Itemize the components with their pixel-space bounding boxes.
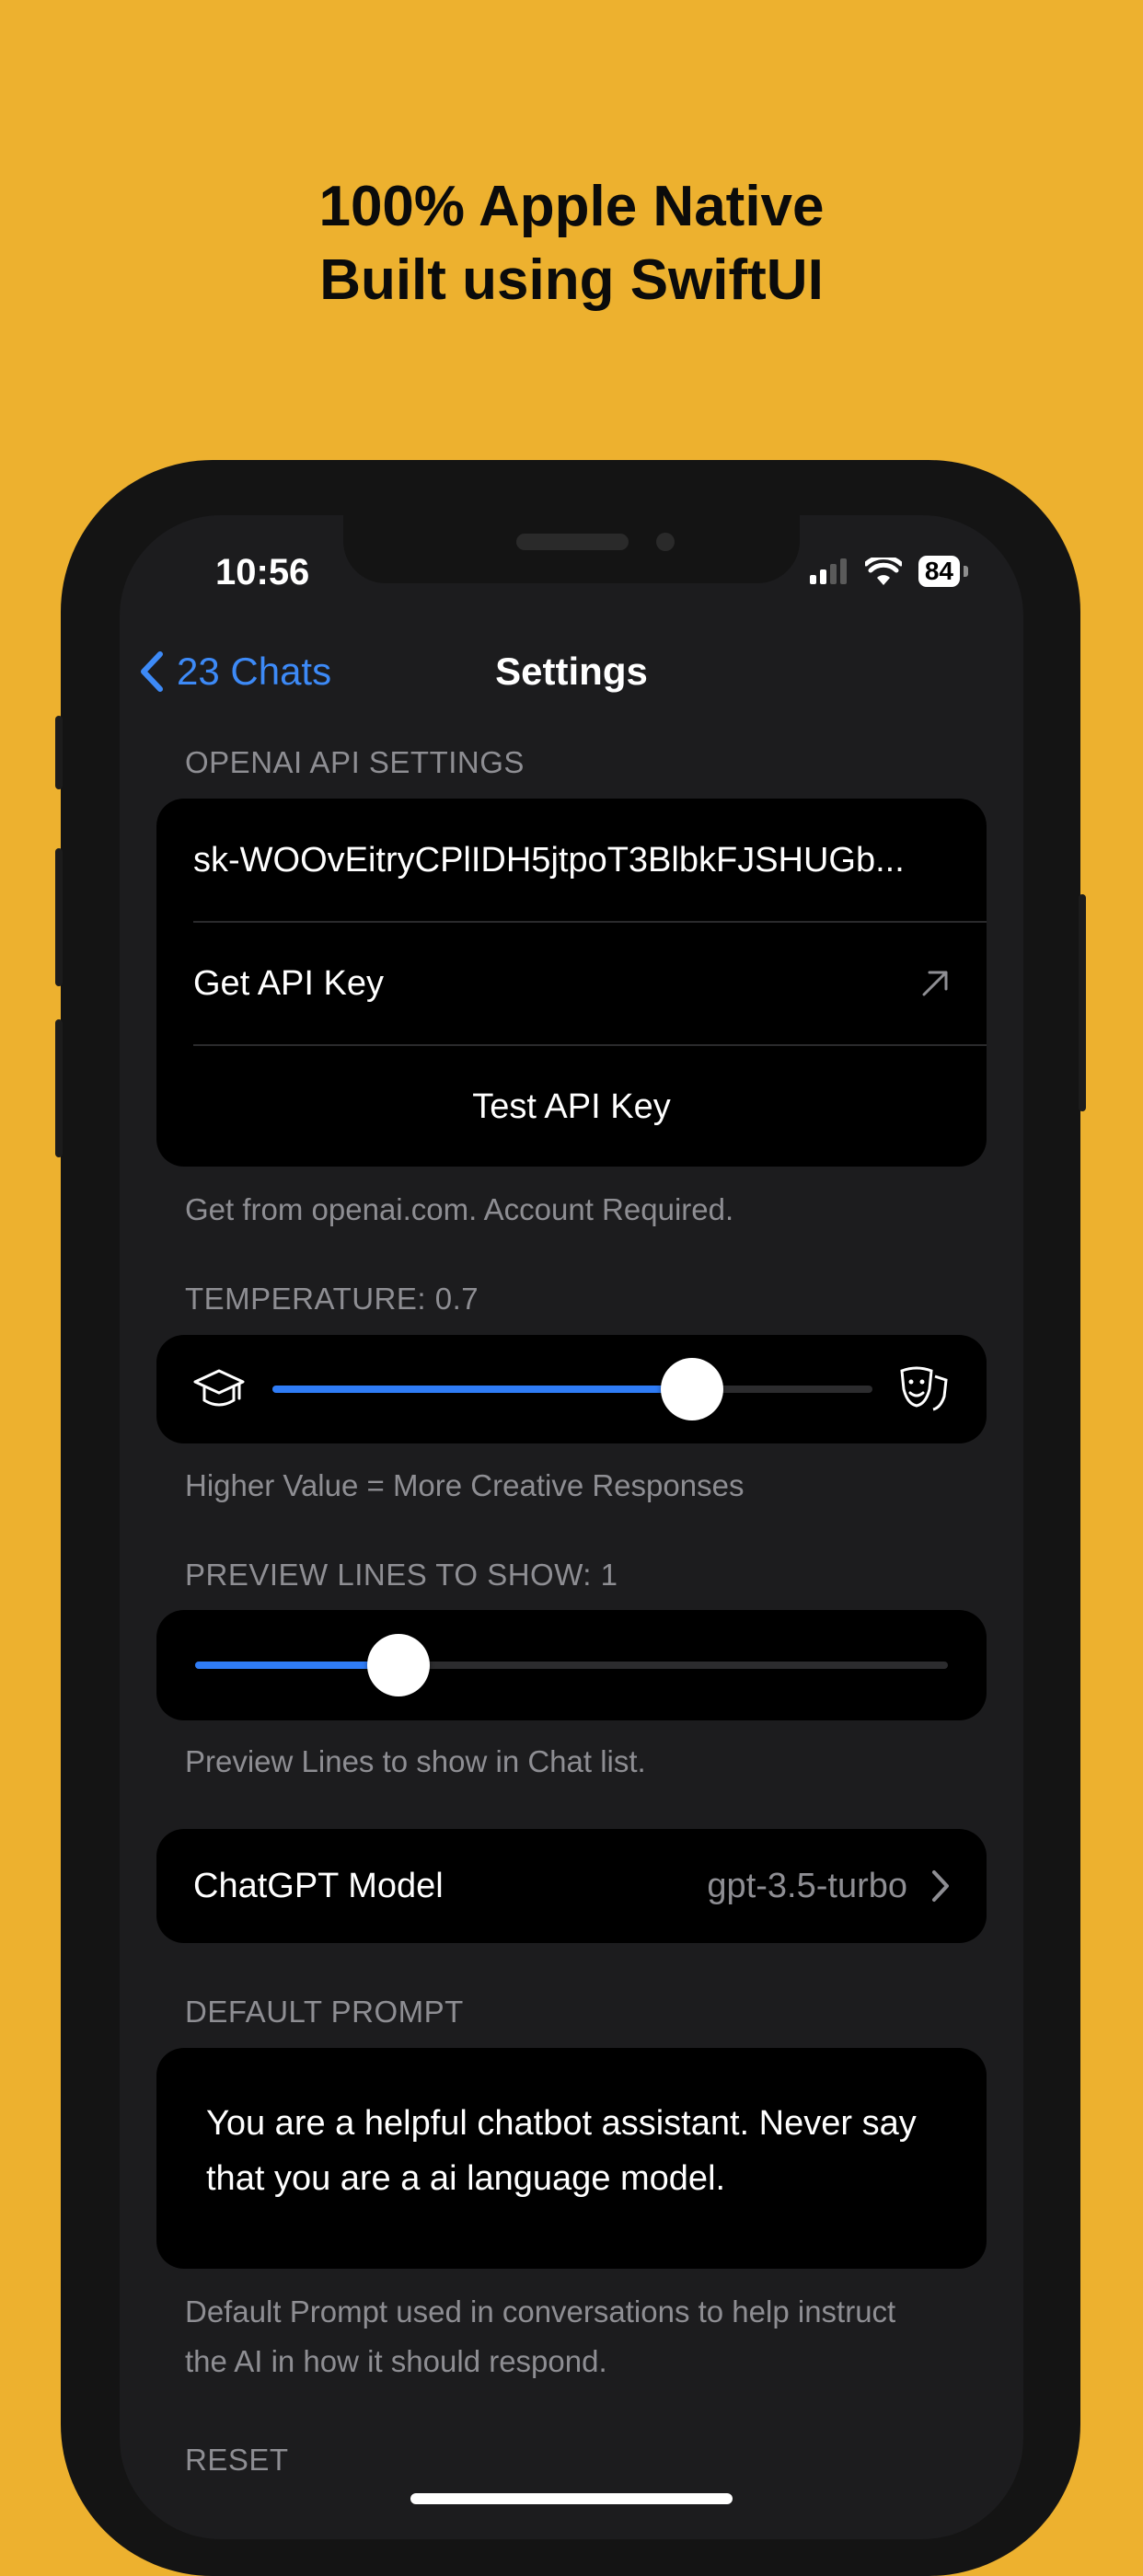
volume-up-button (55, 848, 63, 986)
preview-lines-slider-thumb[interactable] (366, 1634, 430, 1696)
preview-lines-slider[interactable] (195, 1662, 948, 1669)
headline-line-1: 100% Apple Native (318, 175, 825, 238)
test-api-key-label: Test API Key (472, 1087, 671, 1126)
front-camera (656, 533, 675, 551)
temperature-card (156, 1335, 987, 1443)
arrow-up-right-icon (922, 971, 948, 996)
theater-masks-icon (900, 1366, 948, 1411)
reset-header: RESET (185, 2443, 289, 2477)
test-api-key-button[interactable]: Test API Key (156, 1045, 987, 1167)
temperature-slider-fill (272, 1386, 693, 1393)
api-settings-header: OPENAI API SETTINGS (185, 745, 525, 779)
get-api-key-label: Get API Key (193, 963, 384, 1003)
promo-headline: 100% Apple Native Built using SwiftUI (0, 170, 1143, 317)
preview-lines-card (156, 1610, 987, 1720)
api-key-value: sk-WOOvEitryCPlIDH5jtpoT3BlbkFJSHUGb... (193, 840, 905, 880)
back-button[interactable]: 23 Chats (140, 650, 331, 694)
preview-lines-header: PREVIEW LINES TO SHOW: 1 (185, 1558, 618, 1592)
status-time: 10:56 (215, 552, 310, 592)
default-prompt-card: You are a helpful chatbot assistant. Nev… (156, 2048, 987, 2269)
default-prompt-input[interactable]: You are a helpful chatbot assistant. Nev… (206, 2096, 942, 2206)
api-settings-card: sk-WOOvEitryCPlIDH5jtpoT3BlbkFJSHUGb... … (156, 799, 987, 1167)
model-value-group: gpt-3.5-turbo (707, 1867, 950, 1906)
preview-lines-footer: Preview Lines to show in Chat list. (185, 1744, 646, 1778)
model-card: ChatGPT Model gpt-3.5-turbo (156, 1829, 987, 1943)
wifi-icon (864, 558, 902, 585)
notch (343, 515, 800, 583)
battery-tip (964, 566, 968, 577)
temperature-slider-thumb[interactable] (661, 1358, 724, 1420)
volume-down-button (55, 1019, 63, 1157)
power-button (1079, 894, 1086, 1111)
headline-line-2: Built using SwiftUI (319, 248, 824, 312)
api-key-field[interactable]: sk-WOOvEitryCPlIDH5jtpoT3BlbkFJSHUGb... (156, 799, 987, 922)
default-prompt-footer: Default Prompt used in conversations to … (185, 2294, 896, 2378)
default-prompt-header: DEFAULT PROMPT (185, 1995, 464, 2029)
back-label: 23 Chats (177, 650, 332, 693)
temperature-header: TEMPERATURE: 0.7 (185, 1282, 479, 1316)
battery-icon: 84 (918, 556, 960, 587)
temperature-slider[interactable] (272, 1386, 872, 1393)
home-indicator[interactable] (410, 2493, 733, 2504)
get-api-key-row[interactable]: Get API Key (156, 922, 987, 1045)
chevron-left-icon (141, 651, 163, 692)
model-label: ChatGPT Model (193, 1866, 444, 1905)
api-settings-footer: Get from openai.com. Account Required. (185, 1192, 734, 1226)
phone-screen: 10:56 84 23 Chats Settings OPENAI API SE… (120, 515, 1023, 2539)
status-icons: 84 (809, 556, 968, 587)
graduation-cap-icon (193, 1369, 245, 1407)
model-value: gpt-3.5-turbo (707, 1866, 907, 1905)
chevron-right-icon (932, 1870, 949, 1902)
cellular-signal-icon (809, 558, 847, 584)
model-row[interactable]: ChatGPT Model gpt-3.5-turbo (156, 1829, 987, 1943)
mute-switch (55, 716, 63, 789)
speaker (516, 534, 629, 550)
temperature-footer: Higher Value = More Creative Responses (185, 1468, 745, 1502)
